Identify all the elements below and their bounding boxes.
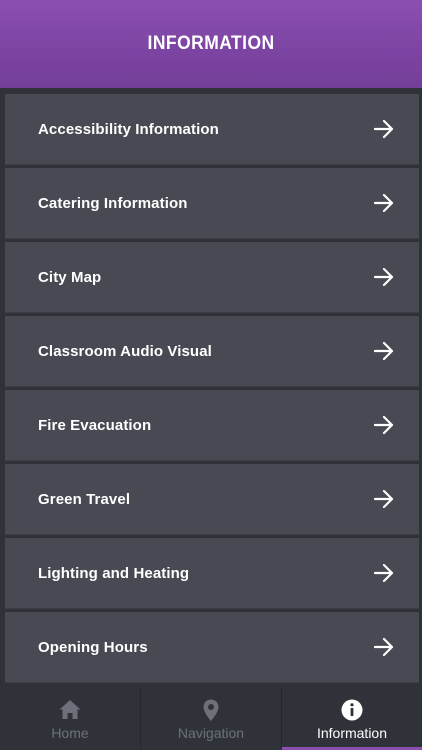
arrow-right-icon	[373, 637, 394, 657]
header-bar: INFORMATION	[0, 0, 422, 88]
tab-home[interactable]: Home	[0, 688, 141, 750]
list-item-city-map[interactable]: City Map	[5, 242, 419, 313]
tab-label: Home	[51, 725, 89, 741]
list-item-label: Lighting and Heating	[38, 564, 190, 582]
list-item-lighting-heating[interactable]: Lighting and Heating	[5, 538, 419, 609]
page-title: INFORMATION	[147, 33, 275, 54]
tab-information[interactable]: Information	[282, 688, 422, 750]
list-item-label: Catering Information	[38, 194, 188, 212]
list-item-fire-evacuation[interactable]: Fire Evacuation	[5, 390, 419, 461]
list-item-label: Green Travel	[38, 490, 131, 508]
arrow-right-icon	[373, 415, 394, 435]
list-item-label: City Map	[38, 268, 102, 286]
list-item-green-travel[interactable]: Green Travel	[5, 464, 419, 535]
list-item-label: Accessibility Information	[38, 120, 219, 138]
tab-navigation[interactable]: Navigation	[141, 688, 282, 750]
list-item-label: Opening Hours	[38, 638, 148, 656]
arrow-right-icon	[373, 193, 394, 213]
list-item-label: Classroom Audio Visual	[38, 342, 212, 360]
information-list: Accessibility Information Catering Infor…	[5, 94, 419, 688]
list-item-label: Fire Evacuation	[38, 416, 152, 434]
arrow-right-icon	[373, 267, 394, 287]
list-item-opening-hours[interactable]: Opening Hours	[5, 612, 419, 683]
list-item-classroom-av[interactable]: Classroom Audio Visual	[5, 316, 419, 387]
app-screen: INFORMATION Accessibility Information Ca…	[0, 0, 422, 750]
list-item-accessibility[interactable]: Accessibility Information	[5, 94, 419, 165]
tab-label: Information	[316, 725, 388, 741]
arrow-right-icon	[373, 489, 394, 509]
home-icon	[59, 700, 81, 719]
arrow-right-icon	[373, 341, 394, 361]
arrow-right-icon	[373, 119, 394, 139]
info-icon	[341, 699, 363, 721]
tab-bar: Home Navigation Information	[0, 688, 422, 750]
tab-label: Navigation	[177, 725, 245, 741]
list-item-catering[interactable]: Catering Information	[5, 168, 419, 239]
arrow-right-icon	[373, 563, 394, 583]
map-pin-icon	[203, 699, 219, 721]
